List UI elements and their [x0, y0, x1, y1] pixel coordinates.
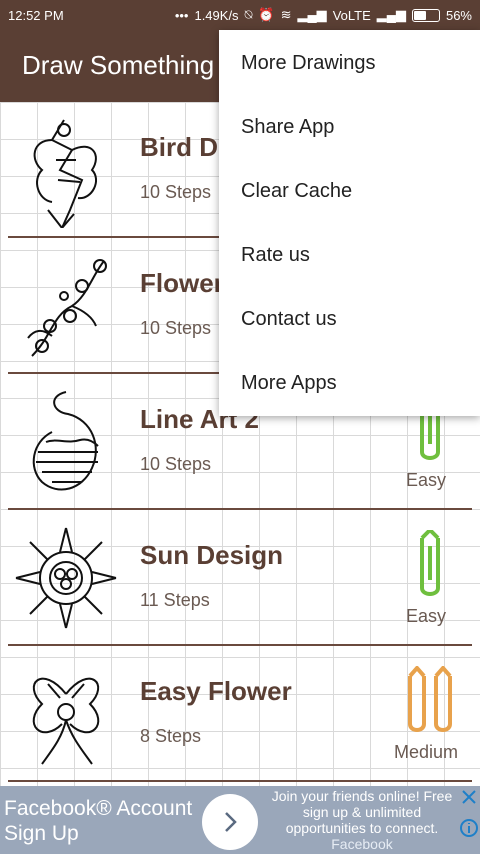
battery-icon [411, 8, 440, 22]
battery-percent: 56% [445, 7, 472, 23]
list-item[interactable]: Sun Design 11 Steps Easy [0, 510, 480, 646]
ad-description-block: Join your friends online! Free sign up &… [262, 788, 462, 852]
mute-icon: ⍉ [244, 7, 253, 22]
status-time: 12:52 PM [8, 7, 64, 23]
row-divider [8, 780, 472, 782]
flower-vine-thumbnail [27, 259, 107, 357]
menu-item-label: More Apps [241, 372, 337, 394]
alarm-icon: ⏰ [258, 7, 275, 22]
item-difficulty: Easy [405, 606, 447, 626]
menu-item-label: More Drawings [241, 52, 376, 74]
menu-item-label: Rate us [241, 244, 310, 266]
bird-design-thumbnail [33, 119, 97, 228]
item-steps: 10 Steps [140, 318, 212, 338]
item-steps: 11 Steps [140, 590, 210, 610]
menu-item-label: Contact us [241, 308, 337, 330]
status-bar: 12:52 PM ••• 1.49K/s ⍉ ⏰ ≋ ▂▄▆ VoLTE ▂▄▆… [0, 0, 480, 30]
ad-headline[interactable]: Facebook® Account Sign Up [4, 796, 204, 846]
menu-item-clear-cache[interactable]: Clear Cache [219, 160, 480, 224]
item-difficulty: Easy [405, 470, 447, 490]
menu-item-contact-us[interactable]: Contact us [219, 288, 480, 352]
signal-icon: ▂▄▆ [297, 7, 327, 22]
more-notifications-icon: ••• [174, 7, 189, 23]
menu-item-label: Share App [241, 116, 335, 138]
line-art-thumbnail [32, 391, 99, 491]
item-title: Sun Design [140, 540, 284, 570]
close-icon[interactable] [460, 788, 478, 806]
easy-pencil-icon [420, 530, 440, 596]
signal-icon-2: ▂▄▆ [376, 7, 406, 22]
ad-open-button[interactable] [202, 794, 258, 850]
battery-fill [413, 10, 426, 20]
menu-item-more-drawings[interactable]: More Drawings [219, 32, 480, 96]
overflow-menu: More Drawings Share App Clear Cache Rate… [219, 30, 480, 416]
item-steps: 8 Steps [140, 726, 202, 746]
item-steps: 10 Steps [140, 182, 212, 202]
item-difficulty: Medium [393, 742, 459, 762]
easy-flower-thumbnail [32, 677, 100, 765]
menu-item-share-app[interactable]: Share App [219, 96, 480, 160]
network-speed: 1.49K/s [194, 7, 239, 23]
list-item[interactable]: Easy Flower 8 Steps Medium [0, 646, 480, 782]
status-right: ••• 1.49K/s ⍉ ⏰ ≋ ▂▄▆ VoLTE ▂▄▆ 56% [175, 7, 472, 23]
ad-banner[interactable]: Facebook® Account Sign Up Join your frie… [0, 786, 480, 854]
sun-design-thumbnail [15, 527, 117, 629]
info-icon[interactable] [459, 818, 479, 838]
item-steps: 10 Steps [140, 454, 212, 474]
app-title: Draw Something [22, 50, 215, 80]
ad-brand: Facebook [331, 836, 393, 852]
ad-description: Join your friends online! Free sign up &… [271, 788, 453, 836]
menu-item-label: Clear Cache [241, 180, 353, 202]
menu-item-more-apps[interactable]: More Apps [219, 352, 480, 416]
network-type: VoLTE [332, 7, 371, 23]
chevron-right-icon [225, 812, 237, 832]
item-title: Easy Flower [140, 676, 292, 706]
menu-item-rate-us[interactable]: Rate us [219, 224, 480, 288]
wifi-icon: ≋ [280, 7, 292, 22]
medium-pencils-icon [408, 666, 452, 732]
